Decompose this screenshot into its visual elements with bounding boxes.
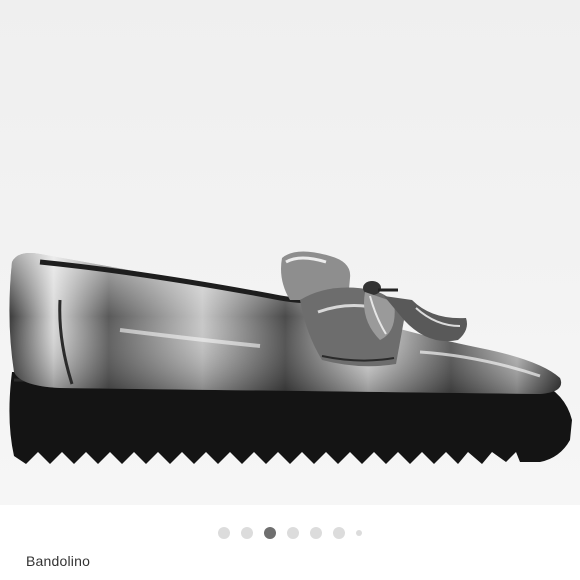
carousel-dot-6[interactable] — [333, 527, 345, 539]
tassels — [363, 281, 467, 342]
carousel-dot-1[interactable] — [218, 527, 230, 539]
carousel-dot-4[interactable] — [287, 527, 299, 539]
product-photo[interactable] — [0, 0, 580, 505]
carousel-dot-7[interactable] — [356, 530, 362, 536]
carousel-pager — [0, 525, 580, 541]
carousel-dot-2[interactable] — [241, 527, 253, 539]
brand-name[interactable]: Bandolino — [26, 553, 90, 569]
carousel-dot-3-active[interactable] — [264, 527, 276, 539]
product-listing: Bandolino — [0, 0, 580, 580]
loafer-illustration — [9, 251, 572, 464]
carousel-dot-5[interactable] — [310, 527, 322, 539]
